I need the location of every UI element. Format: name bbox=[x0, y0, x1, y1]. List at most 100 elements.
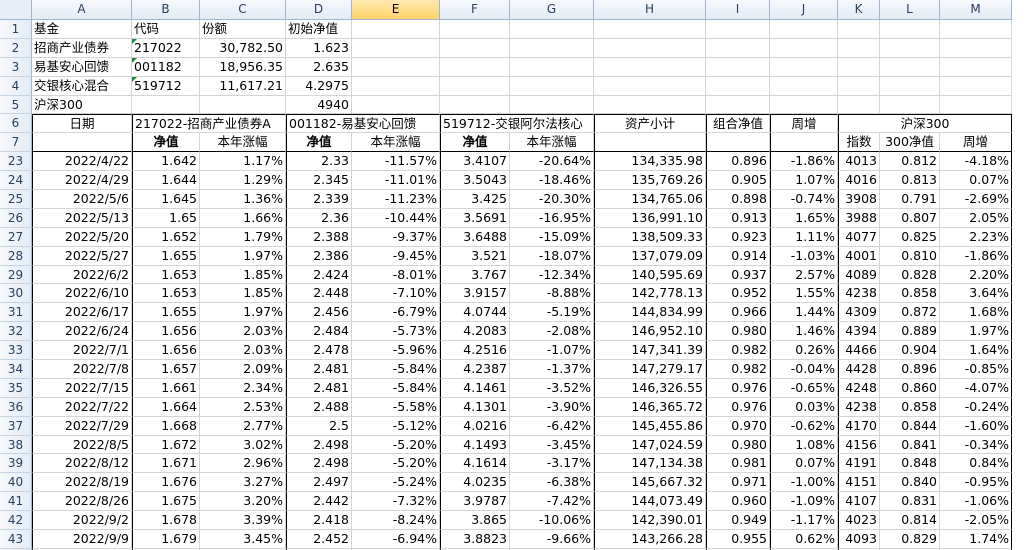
hs300-weekly[interactable]: -2.69% bbox=[940, 190, 1012, 209]
fund2-nav[interactable]: 2.481 bbox=[286, 378, 352, 398]
fund1-nav[interactable]: 1.675 bbox=[132, 492, 200, 512]
fund3-nav[interactable]: 3.6488 bbox=[440, 227, 510, 247]
hs300-nav[interactable]: 0.814 bbox=[880, 511, 940, 531]
cell-empty[interactable] bbox=[510, 76, 594, 96]
nav1-header[interactable]: 净值 bbox=[132, 133, 200, 153]
cell-empty[interactable] bbox=[510, 95, 594, 115]
hs300-index[interactable]: 4151 bbox=[838, 473, 880, 493]
fund1-nav[interactable]: 1.655 bbox=[132, 246, 200, 266]
weekly-change[interactable]: -0.74% bbox=[770, 190, 838, 209]
fund-initial-nav[interactable]: 1.623 bbox=[286, 38, 352, 58]
cell-empty[interactable] bbox=[352, 57, 440, 77]
row-header[interactable]: 5 bbox=[0, 95, 32, 115]
row-header[interactable]: 27 bbox=[0, 227, 32, 247]
row-header[interactable]: 6 bbox=[0, 114, 32, 134]
fund2-nav[interactable]: 2.498 bbox=[286, 454, 352, 474]
fund-name[interactable]: 易基安心回馈 bbox=[32, 57, 132, 77]
fund2-ytd[interactable]: -9.45% bbox=[352, 246, 440, 266]
hs300-nav[interactable]: 0.841 bbox=[880, 435, 940, 455]
weekly-change[interactable]: 0.62% bbox=[770, 530, 838, 549]
hs300-index[interactable]: 4093 bbox=[838, 530, 880, 549]
fund3-nav[interactable]: 3.5043 bbox=[440, 171, 510, 191]
cell-empty[interactable] bbox=[940, 76, 1012, 96]
cell-empty[interactable] bbox=[594, 95, 706, 115]
asset-subtotal[interactable]: 147,134.38 bbox=[594, 454, 706, 474]
combo-nav[interactable]: 0.971 bbox=[706, 473, 770, 493]
hs-weekly-header[interactable]: 周增 bbox=[940, 133, 1012, 153]
row-header[interactable]: 36 bbox=[0, 397, 32, 417]
cell-empty[interactable] bbox=[880, 76, 940, 96]
fund2-ytd[interactable]: -11.57% bbox=[352, 152, 440, 172]
combo-nav[interactable]: 0.952 bbox=[706, 284, 770, 304]
fund3-ytd[interactable]: -15.09% bbox=[510, 227, 594, 247]
hs300-weekly[interactable]: 3.64% bbox=[940, 284, 1012, 304]
column-header-d[interactable]: D bbox=[286, 0, 352, 20]
fund1-ytd[interactable]: 2.77% bbox=[200, 416, 286, 436]
row-header[interactable]: 7 bbox=[0, 133, 32, 153]
cell-empty[interactable] bbox=[510, 20, 594, 39]
date[interactable]: 2022/4/22 bbox=[32, 152, 132, 172]
combo-nav[interactable]: 0.913 bbox=[706, 208, 770, 228]
fund3-nav[interactable]: 3.865 bbox=[440, 511, 510, 531]
cell-empty[interactable] bbox=[770, 76, 838, 96]
cell-empty[interactable] bbox=[594, 20, 706, 39]
hs300-weekly[interactable]: 1.64% bbox=[940, 341, 1012, 361]
asset-subtotal[interactable]: 142,778.13 bbox=[594, 284, 706, 304]
fund1-ytd[interactable]: 3.20% bbox=[200, 492, 286, 512]
fund-code[interactable]: 519712 bbox=[132, 76, 200, 96]
date[interactable]: 2022/6/24 bbox=[32, 322, 132, 342]
asset-subtotal[interactable]: 144,073.49 bbox=[594, 492, 706, 512]
hs300-weekly[interactable]: -4.07% bbox=[940, 378, 1012, 398]
cell-empty[interactable] bbox=[352, 76, 440, 96]
cell-empty[interactable] bbox=[510, 57, 594, 77]
weekly-change[interactable]: -1.09% bbox=[770, 492, 838, 512]
fund3-nav[interactable]: 3.8823 bbox=[440, 530, 510, 549]
hs300-weekly[interactable]: -0.34% bbox=[940, 435, 1012, 455]
date[interactable]: 2022/6/17 bbox=[32, 303, 132, 323]
asset-subtotal[interactable]: 147,279.17 bbox=[594, 360, 706, 379]
cell-empty[interactable] bbox=[770, 57, 838, 77]
cell-empty[interactable] bbox=[770, 38, 838, 58]
cell-empty[interactable] bbox=[838, 76, 880, 96]
fund1-nav[interactable]: 1.653 bbox=[132, 265, 200, 285]
cell-empty[interactable] bbox=[880, 95, 940, 115]
combo-nav[interactable]: 0.960 bbox=[706, 492, 770, 512]
fund2-ytd[interactable]: -5.84% bbox=[352, 360, 440, 379]
ytd3-header[interactable]: 本年涨幅 bbox=[510, 133, 594, 153]
fund2-nav[interactable]: 2.442 bbox=[286, 492, 352, 512]
column-header-e[interactable]: E bbox=[352, 0, 440, 20]
fund3-nav[interactable]: 4.2083 bbox=[440, 322, 510, 342]
fund3-ytd[interactable]: -8.88% bbox=[510, 284, 594, 304]
hs300-weekly[interactable]: 2.05% bbox=[940, 208, 1012, 228]
fund2-ytd[interactable]: -6.79% bbox=[352, 303, 440, 323]
cell-empty[interactable] bbox=[352, 95, 440, 115]
fund1-ytd[interactable]: 2.09% bbox=[200, 360, 286, 379]
hs300-nav[interactable]: 0.896 bbox=[880, 360, 940, 379]
fund1-ytd[interactable]: 3.02% bbox=[200, 435, 286, 455]
fund1-nav[interactable]: 1.676 bbox=[132, 473, 200, 493]
fund3-nav[interactable]: 4.0235 bbox=[440, 473, 510, 493]
fund2-nav[interactable]: 2.418 bbox=[286, 511, 352, 531]
cell-empty[interactable] bbox=[706, 76, 770, 96]
fund2-nav[interactable]: 2.345 bbox=[286, 171, 352, 191]
weekly-change[interactable]: 1.65% bbox=[770, 208, 838, 228]
hs300-index[interactable]: 4248 bbox=[838, 378, 880, 398]
select-all-corner[interactable] bbox=[0, 0, 32, 20]
combo-nav[interactable]: 0.914 bbox=[706, 246, 770, 266]
date[interactable]: 2022/8/5 bbox=[32, 435, 132, 455]
fund1-ytd[interactable]: 2.34% bbox=[200, 378, 286, 398]
hs300-index[interactable]: 4089 bbox=[838, 265, 880, 285]
fund1-ytd[interactable]: 3.39% bbox=[200, 511, 286, 531]
hs300-weekly[interactable]: -4.18% bbox=[940, 152, 1012, 172]
fund2-ytd[interactable]: -5.73% bbox=[352, 322, 440, 342]
weekly-change[interactable]: 1.08% bbox=[770, 435, 838, 455]
cell-a5[interactable]: 沪深300 bbox=[32, 95, 132, 115]
cell-empty[interactable] bbox=[706, 95, 770, 115]
fund3-ytd[interactable]: -10.06% bbox=[510, 511, 594, 531]
weekly-change[interactable]: -0.04% bbox=[770, 360, 838, 379]
cell-empty[interactable] bbox=[132, 95, 200, 115]
fund2-ytd[interactable]: -9.37% bbox=[352, 227, 440, 247]
combo-nav[interactable]: 0.982 bbox=[706, 341, 770, 361]
hs300-nav[interactable]: 0.825 bbox=[880, 227, 940, 247]
row-header[interactable]: 4 bbox=[0, 76, 32, 96]
